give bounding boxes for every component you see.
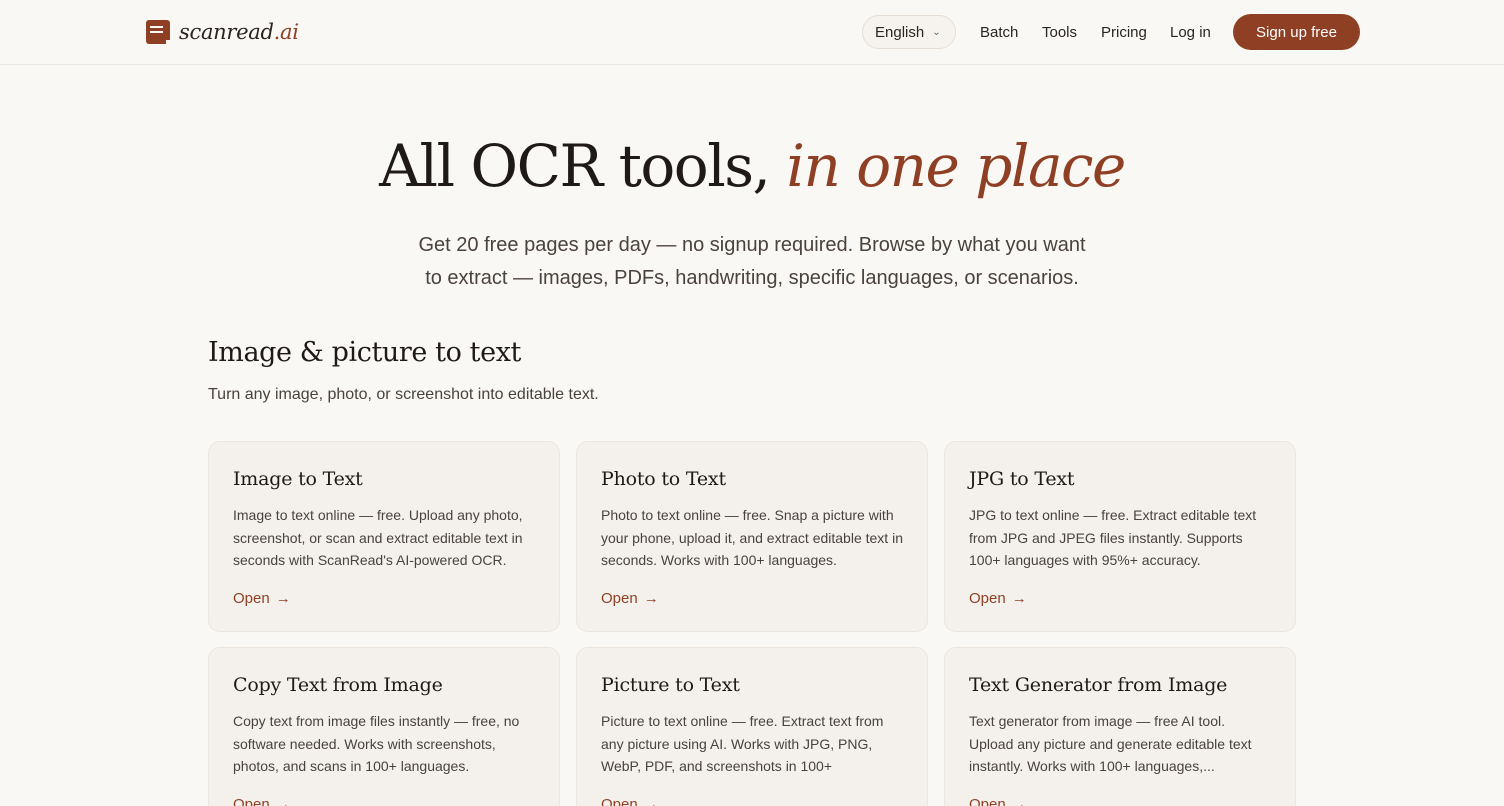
arrow-right-icon: → [275,590,291,607]
section-title: Image & picture to text [208,337,521,368]
subtitle-line-2: to extract — images, PDFs, handwriting, … [425,267,1079,289]
logo-suffix: .ai [273,20,299,44]
arrow-right-icon: → [643,796,659,806]
arrow-right-icon: → [1011,796,1027,806]
arrow-right-icon: → [275,796,291,806]
nav-login[interactable]: Log in [1170,24,1211,41]
chevron-down-icon: ⌄ [932,26,941,38]
tool-card-copy-text-from-image[interactable]: Copy Text from Image Copy text from imag… [208,647,560,806]
tool-card-jpg-to-text[interactable]: JPG to Text JPG to text online — free. E… [944,441,1296,632]
language-label: English [875,23,925,41]
open-link[interactable]: Open → [601,796,659,806]
open-label: Open [233,796,270,806]
language-select[interactable]: English ⌄ [862,15,956,49]
card-description: Picture to text online — free. Extract t… [601,713,884,774]
open-link[interactable]: Open → [233,590,291,607]
nav-batch[interactable]: Batch [980,24,1018,41]
page-title: All OCR tools, in one place [0,132,1504,200]
open-link[interactable]: Open → [233,796,291,806]
top-nav-bar: scanread.ai English ⌄ Batch Tools Pricin… [0,0,1504,65]
arrow-right-icon: → [1011,590,1027,607]
logo-name: scanread [179,20,274,44]
card-title: Text Generator from Image [969,674,1228,696]
card-title: JPG to Text [969,468,1075,490]
open-label: Open [233,590,270,607]
subtitle-line-1: Get 20 free pages per day — no signup re… [418,234,1086,256]
open-label: Open [969,796,1006,806]
open-link[interactable]: Open → [601,590,659,607]
nav-tools[interactable]: Tools [1042,24,1077,41]
tool-card-picture-to-text[interactable]: Picture to Text Picture to text online —… [576,647,928,806]
tool-card-photo-to-text[interactable]: Photo to Text Photo to text online — fre… [576,441,928,632]
card-description: JPG to text online — free. Extract edita… [969,507,1257,568]
card-description: Image to text online — free. Upload any … [233,507,523,568]
open-label: Open [601,590,638,607]
logo-text: scanread.ai [179,20,299,44]
card-description: Copy text from image files instantly — f… [233,713,520,774]
open-label: Open [969,590,1006,607]
card-title: Copy Text from Image [233,674,443,696]
open-link[interactable]: Open → [969,590,1027,607]
card-description: Photo to text online — free. Snap a pict… [601,507,903,568]
open-label: Open [601,796,638,806]
logo[interactable]: scanread.ai [146,19,299,45]
card-title: Image to Text [233,468,363,490]
signup-button[interactable]: Sign up free [1233,14,1360,50]
tool-card-image-to-text[interactable]: Image to Text Image to text online — fre… [208,441,560,632]
card-title: Photo to Text [601,468,726,490]
title-main: All OCR tools, [379,132,771,200]
arrow-right-icon: → [643,590,659,607]
card-description: Text generator from image — free AI tool… [969,713,1252,774]
open-link[interactable]: Open → [969,796,1027,806]
card-title: Picture to Text [601,674,740,696]
book-icon [146,20,171,45]
nav-pricing[interactable]: Pricing [1101,24,1147,41]
title-accent: in one place [786,132,1126,200]
section-subtitle: Turn any image, photo, or screenshot int… [208,386,599,403]
hero-subtitle: Get 20 free pages per day — no signup re… [402,229,1102,295]
tool-card-text-generator-from-image[interactable]: Text Generator from Image Text generator… [944,647,1296,806]
